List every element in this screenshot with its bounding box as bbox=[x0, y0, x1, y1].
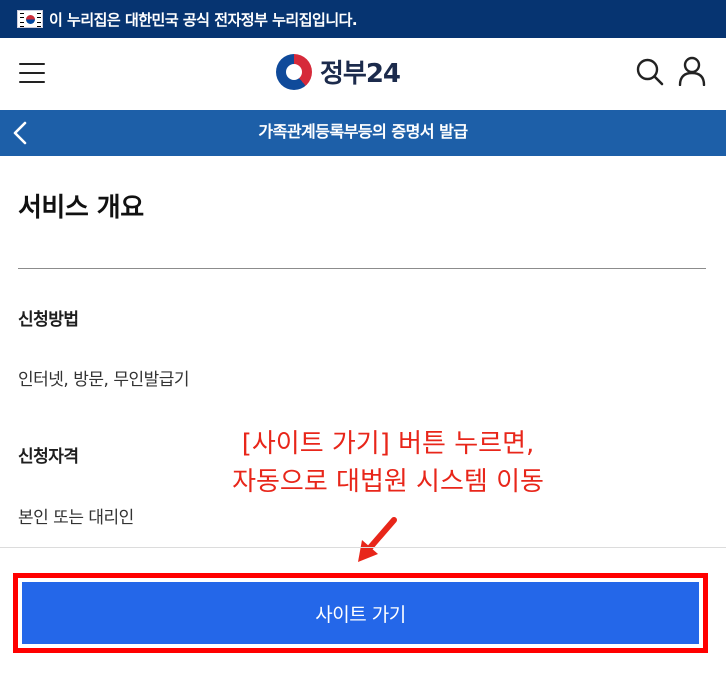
pointer-arrow-icon bbox=[358, 517, 397, 562]
annotation-line-2: 자동으로 대법원 시스템 이동 bbox=[232, 467, 544, 497]
field-label-method: 신청방법 bbox=[18, 310, 79, 330]
hamburger-menu-icon[interactable] bbox=[19, 63, 45, 85]
section-heading: 서비스 개요 bbox=[18, 193, 144, 223]
page-titlebar: 가족관계등록부등의 증명서 발급 bbox=[0, 110, 726, 156]
field-value-method: 인터넷, 방문, 무인발급기 bbox=[18, 370, 190, 390]
field-value-eligibility: 본인 또는 대리인 bbox=[18, 508, 134, 528]
highlight-box: 사이트 가기 bbox=[13, 573, 708, 653]
footer-divider bbox=[0, 547, 726, 548]
gov-official-banner: 이 누리집은 대한민국 공식 전자정부 누리집입니다. bbox=[0, 0, 726, 38]
user-icon[interactable] bbox=[678, 56, 706, 86]
section-divider bbox=[18, 268, 706, 269]
gov-banner-text: 이 누리집은 대한민국 공식 전자정부 누리집입니다. bbox=[49, 10, 358, 29]
korea-flag-icon bbox=[17, 10, 43, 28]
page-title: 가족관계등록부등의 증명서 발급 bbox=[258, 122, 468, 141]
taegeuk-logo-icon bbox=[276, 53, 312, 90]
annotation-line-1: [사이트 가기] 버튼 누르면, bbox=[241, 429, 535, 459]
site-header: 정부24 bbox=[0, 38, 726, 110]
field-label-eligibility: 신청자격 bbox=[18, 447, 79, 467]
logo-text: 정부24 bbox=[320, 59, 401, 89]
site-go-button[interactable]: 사이트 가기 bbox=[22, 582, 699, 644]
instruction-annotation: [사이트 가기] 버튼 누르면, 자동으로 대법원 시스템 이동 bbox=[168, 425, 608, 501]
search-icon[interactable] bbox=[635, 57, 665, 87]
gov24-logo[interactable]: 정부24 bbox=[276, 53, 401, 90]
